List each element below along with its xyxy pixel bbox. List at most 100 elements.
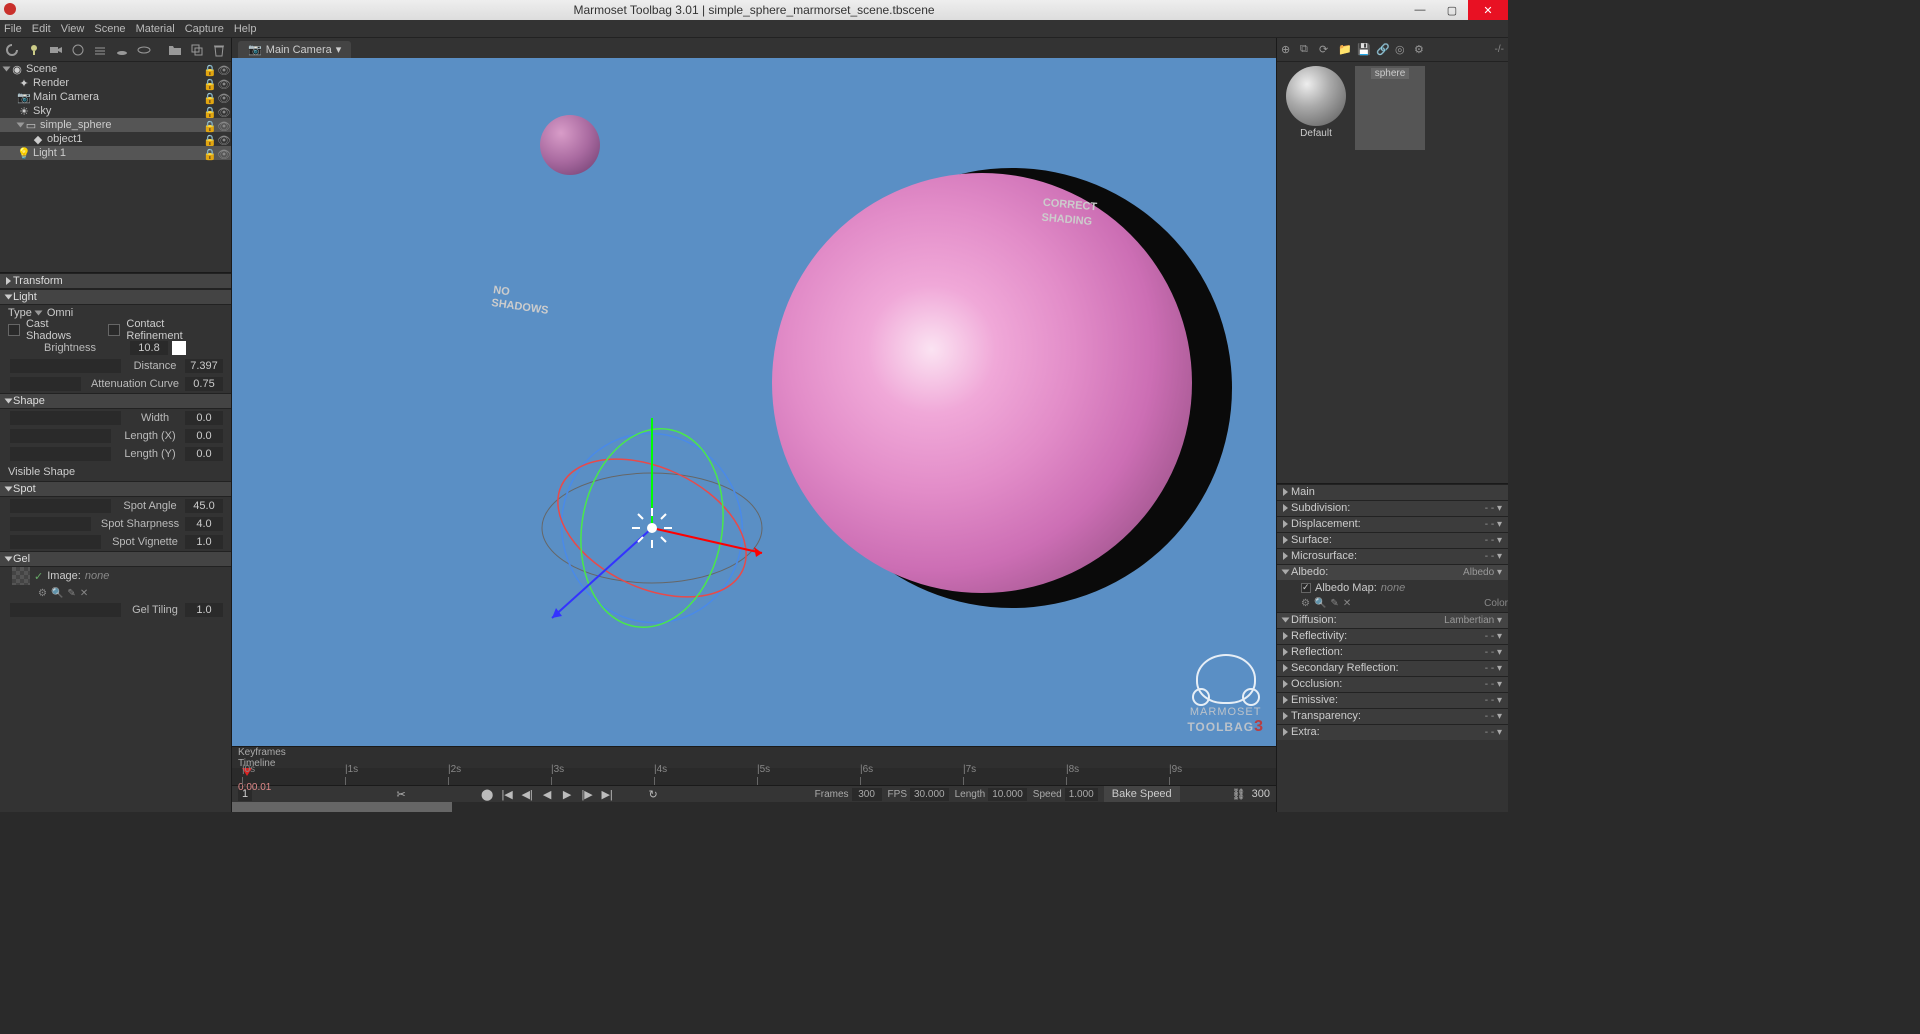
refresh-icon[interactable] <box>4 42 20 58</box>
link-icon[interactable]: ⛓ <box>1232 788 1246 801</box>
outliner-object1[interactable]: ◆object1🔒👁 <box>0 132 231 146</box>
titlebar[interactable]: Marmoset Toolbag 3.01 | simple_sphere_ma… <box>0 0 1508 20</box>
duplicate-icon[interactable] <box>189 42 205 58</box>
lengthx-slider[interactable] <box>10 429 111 443</box>
play-button[interactable]: ▶ <box>560 787 574 801</box>
close-button[interactable]: ✕ <box>1468 0 1508 20</box>
diffusion-section[interactable]: Diffusion:Lambertian ▾ <box>1277 612 1508 628</box>
keyframes-header[interactable]: Keyframes <box>232 747 1276 758</box>
cast-shadows-checkbox[interactable] <box>8 324 20 336</box>
attenuation-value[interactable]: 0.75 <box>185 377 223 391</box>
spot-sharpness-slider[interactable] <box>10 517 91 531</box>
attenuation-slider[interactable] <box>10 377 81 391</box>
transform-header[interactable]: Transform <box>0 273 231 289</box>
record-button[interactable]: ⬤ <box>480 787 494 801</box>
search-icon[interactable]: 🔍 <box>51 588 63 599</box>
prev-frame-button[interactable]: ◀| <box>520 787 534 801</box>
spot-angle-slider[interactable] <box>10 499 111 513</box>
shape-icon[interactable] <box>70 42 86 58</box>
turntable-icon[interactable] <box>136 42 152 58</box>
lengthy-value[interactable]: 0.0 <box>185 447 223 461</box>
target-icon[interactable]: ◎ <box>1395 43 1409 57</box>
edit-icon[interactable]: ✎ <box>67 588 75 599</box>
menu-capture[interactable]: Capture <box>185 23 224 35</box>
distance-slider[interactable] <box>10 359 121 373</box>
albedo-map-checkbox[interactable] <box>1301 583 1311 593</box>
play-reverse-button[interactable]: ◀ <box>540 787 554 801</box>
frames-value[interactable]: 300 <box>852 788 882 801</box>
outliner-render[interactable]: ✦Render🔒👁 <box>0 76 231 90</box>
clear-icon[interactable]: ✕ <box>1343 598 1351 609</box>
transparency-section[interactable]: Transparency:- - ▾ <box>1277 708 1508 724</box>
timeline-scrollbar[interactable] <box>232 802 1276 812</box>
folder-icon[interactable]: 📁 <box>1338 43 1352 57</box>
minimize-button[interactable]: — <box>1404 0 1436 20</box>
gel-image-thumb[interactable] <box>12 567 30 585</box>
menu-edit[interactable]: Edit <box>32 23 51 35</box>
light-icon[interactable] <box>26 42 42 58</box>
menu-material[interactable]: Material <box>136 23 175 35</box>
spot-header[interactable]: Spot <box>0 481 231 497</box>
maximize-button[interactable]: ▢ <box>1436 0 1468 20</box>
material-default[interactable]: Default <box>1281 66 1351 150</box>
add-icon[interactable]: ⊕ <box>1281 43 1295 57</box>
secondary-reflection-section[interactable]: Secondary Reflection:- - ▾ <box>1277 660 1508 676</box>
extra-section[interactable]: Extra:- - ▾ <box>1277 724 1508 740</box>
loop-button[interactable]: ↻ <box>646 787 660 801</box>
menu-view[interactable]: View <box>61 23 85 35</box>
search-icon[interactable]: 🔍 <box>1314 598 1326 609</box>
brightness-color-swatch[interactable] <box>172 341 186 355</box>
duplicate-icon[interactable]: ⧉ <box>1300 43 1314 57</box>
menu-scene[interactable]: Scene <box>94 23 125 35</box>
surface-section[interactable]: Surface:- - ▾ <box>1277 532 1508 548</box>
gel-header[interactable]: Gel <box>0 551 231 567</box>
trash-icon[interactable] <box>211 42 227 58</box>
spot-angle-value[interactable]: 45.0 <box>185 499 223 513</box>
skip-end-button[interactable]: ▶| <box>600 787 614 801</box>
scissors-icon[interactable]: ✂ <box>394 787 408 801</box>
spot-vignette-slider[interactable] <box>10 535 101 549</box>
camera-icon[interactable] <box>48 42 64 58</box>
viewport[interactable]: NOSHADOWS CORRECTSHADING MARMOSETTOOLBAG… <box>232 58 1276 746</box>
spot-sharpness-value[interactable]: 4.0 <box>185 517 223 531</box>
reflection-section[interactable]: Reflection:- - ▾ <box>1277 644 1508 660</box>
lengthx-value[interactable]: 0.0 <box>185 429 223 443</box>
link-icon[interactable]: 🔗 <box>1376 43 1390 57</box>
length-value[interactable]: 10.000 <box>988 788 1027 801</box>
menu-help[interactable]: Help <box>234 23 257 35</box>
edit-icon[interactable]: ✎ <box>1330 598 1338 609</box>
light-header[interactable]: Light <box>0 289 231 305</box>
reflectivity-section[interactable]: Reflectivity:- - ▾ <box>1277 628 1508 644</box>
displacement-section[interactable]: Displacement:- - ▾ <box>1277 516 1508 532</box>
main-section[interactable]: Main <box>1277 484 1508 500</box>
outliner-sky[interactable]: ☀Sky🔒👁 <box>0 104 231 118</box>
subdivision-section[interactable]: Subdivision:- - ▾ <box>1277 500 1508 516</box>
type-dropdown-icon[interactable] <box>34 311 42 316</box>
emissive-section[interactable]: Emissive:- - ▾ <box>1277 692 1508 708</box>
lengthy-slider[interactable] <box>10 447 111 461</box>
occlusion-section[interactable]: Occlusion:- - ▾ <box>1277 676 1508 692</box>
width-slider[interactable] <box>10 411 121 425</box>
microsurface-section[interactable]: Microsurface:- - ▾ <box>1277 548 1508 564</box>
timeline-header[interactable]: Timeline <box>232 758 1276 768</box>
bake-speed-button[interactable]: Bake Speed <box>1104 786 1180 802</box>
contact-refinement-checkbox[interactable] <box>108 324 120 336</box>
gel-tiling-slider[interactable] <box>10 603 121 617</box>
brightness-value[interactable]: 10.8 <box>130 341 168 355</box>
outliner-scene[interactable]: ◉Scene🔒👁 <box>0 62 231 76</box>
end-frame[interactable]: 300 <box>1252 788 1270 800</box>
save-icon[interactable]: 💾 <box>1357 43 1371 57</box>
material-sphere[interactable]: sphere <box>1355 66 1425 150</box>
speed-value[interactable]: 1.000 <box>1065 788 1098 801</box>
shape-header[interactable]: Shape <box>0 393 231 409</box>
spot-vignette-value[interactable]: 1.0 <box>185 535 223 549</box>
gear-icon[interactable]: ⚙ <box>1301 598 1310 609</box>
gel-tiling-value[interactable]: 1.0 <box>185 603 223 617</box>
menu-file[interactable]: File <box>4 23 22 35</box>
timeline-ruler[interactable]: 0:00.01 |0s|1s|2s|3s|4s|5s|6s|7s|8s|9s <box>232 768 1276 786</box>
chevron-down-icon[interactable]: ▾ <box>336 43 342 56</box>
refresh-icon[interactable]: ⟳ <box>1319 43 1333 57</box>
light-gizmo[interactable] <box>512 408 792 648</box>
scene-outliner[interactable]: ◉Scene🔒👁 ✦Render🔒👁 📷Main Camera🔒👁 ☀Sky🔒👁… <box>0 62 231 272</box>
fog-icon[interactable] <box>92 42 108 58</box>
